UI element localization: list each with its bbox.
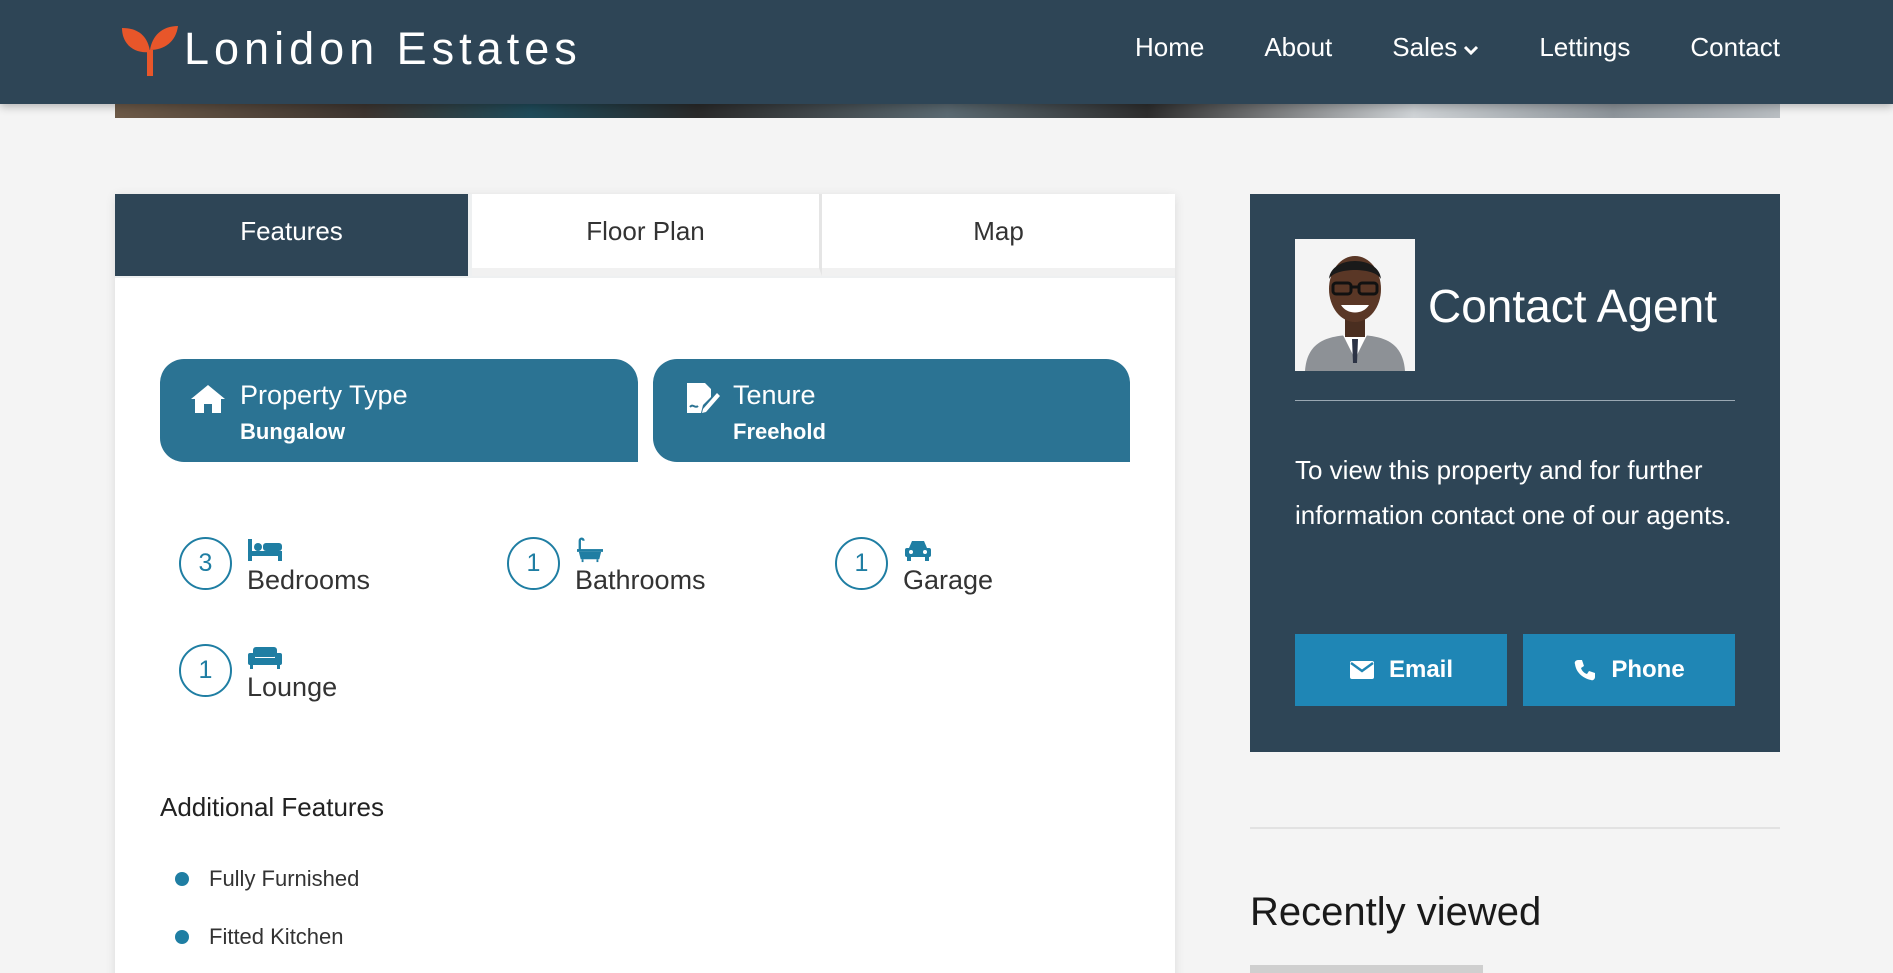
stat-garage: 1 Garage (835, 537, 993, 596)
phone-button[interactable]: Phone (1523, 634, 1735, 706)
bedrooms-label: Bedrooms (247, 565, 371, 595)
email-button-label: Email (1388, 656, 1454, 683)
list-item: Fitted Kitchen (175, 908, 359, 966)
house-icon (191, 385, 225, 413)
recently-viewed-thumbnail[interactable] (1250, 965, 1483, 973)
tenure-title: Tenure (733, 380, 816, 410)
additional-features-list: Fully Furnished Fitted Kitchen (175, 850, 359, 966)
agent-avatar-icon (1295, 239, 1415, 371)
main-nav: Home About Sales Lettings Contact (1135, 32, 1780, 63)
bathrooms-count: 1 (507, 537, 560, 590)
sprout-logo-icon (122, 26, 178, 76)
tab-map[interactable]: Map (822, 194, 1175, 276)
bath-icon (577, 537, 603, 563)
contact-agent-title: Contact Agent (1428, 280, 1717, 332)
contact-agent-panel: Contact Agent To view this property and … (1250, 194, 1780, 752)
property-type-title: Property Type (240, 380, 408, 410)
property-tabs: Features Floor Plan Map (115, 194, 1175, 278)
nav-contact[interactable]: Contact (1690, 32, 1780, 63)
stat-lounge: 1 Lounge (179, 644, 337, 703)
lounge-count: 1 (179, 644, 232, 697)
property-type-pill: Property Type Bungalow (160, 359, 638, 462)
site-logo-text: Lonidon Estates (184, 23, 582, 74)
site-header: Lonidon Estates Home About Sales Letting… (0, 0, 1893, 104)
features-card: Features Floor Plan Map Property Type Bu… (115, 194, 1175, 973)
contact-agent-text: To view this property and for further in… (1295, 455, 1732, 530)
nav-contact-label: Contact (1690, 32, 1780, 62)
nav-lettings-label: Lettings (1539, 32, 1631, 62)
nav-home-label: Home (1134, 32, 1205, 62)
envelope-icon (1349, 661, 1374, 679)
stat-bathrooms: 1 Bathrooms (507, 537, 706, 596)
sofa-icon (248, 647, 282, 669)
nav-about[interactable]: About (1264, 32, 1332, 63)
nav-home[interactable]: Home (1135, 32, 1204, 63)
bathrooms-label: Bathrooms (575, 565, 706, 595)
bedrooms-count: 3 (179, 537, 232, 590)
feature-text: Fitted Kitchen (209, 924, 344, 949)
document-signature-icon (687, 383, 720, 413)
additional-features-title: Additional Features (160, 792, 385, 822)
garage-label: Garage (903, 565, 994, 595)
tab-floor-plan[interactable]: Floor Plan (472, 194, 822, 276)
bullet-icon (175, 872, 189, 886)
property-type-value: Bungalow (240, 419, 346, 444)
list-item: Fully Furnished (175, 850, 359, 908)
sidebar-divider (1250, 827, 1780, 829)
site-logo[interactable]: Lonidon Estates (120, 22, 582, 76)
phone-icon (1575, 660, 1596, 681)
agent-photo (1295, 239, 1415, 371)
stat-bedrooms: 3 Bedrooms (179, 537, 370, 596)
nav-about-label: About (1264, 32, 1333, 62)
tenure-pill: Tenure Freehold (653, 359, 1130, 462)
nav-sales-label: Sales (1392, 32, 1458, 62)
tenure-value: Freehold (733, 419, 826, 444)
car-icon (905, 541, 931, 561)
recently-viewed-title: Recently viewed (1250, 890, 1542, 934)
email-button[interactable]: Email (1295, 634, 1507, 706)
garage-count: 1 (835, 537, 888, 590)
feature-text: Fully Furnished (209, 866, 360, 891)
lounge-label: Lounge (247, 672, 338, 702)
phone-button-label: Phone (1611, 656, 1685, 683)
nav-lettings[interactable]: Lettings (1539, 32, 1630, 63)
chevron-down-icon (1464, 45, 1479, 55)
tab-features[interactable]: Features (115, 194, 468, 276)
agent-divider (1295, 400, 1735, 401)
bed-icon (248, 539, 282, 561)
nav-sales[interactable]: Sales (1392, 32, 1479, 63)
bullet-icon (175, 930, 189, 944)
